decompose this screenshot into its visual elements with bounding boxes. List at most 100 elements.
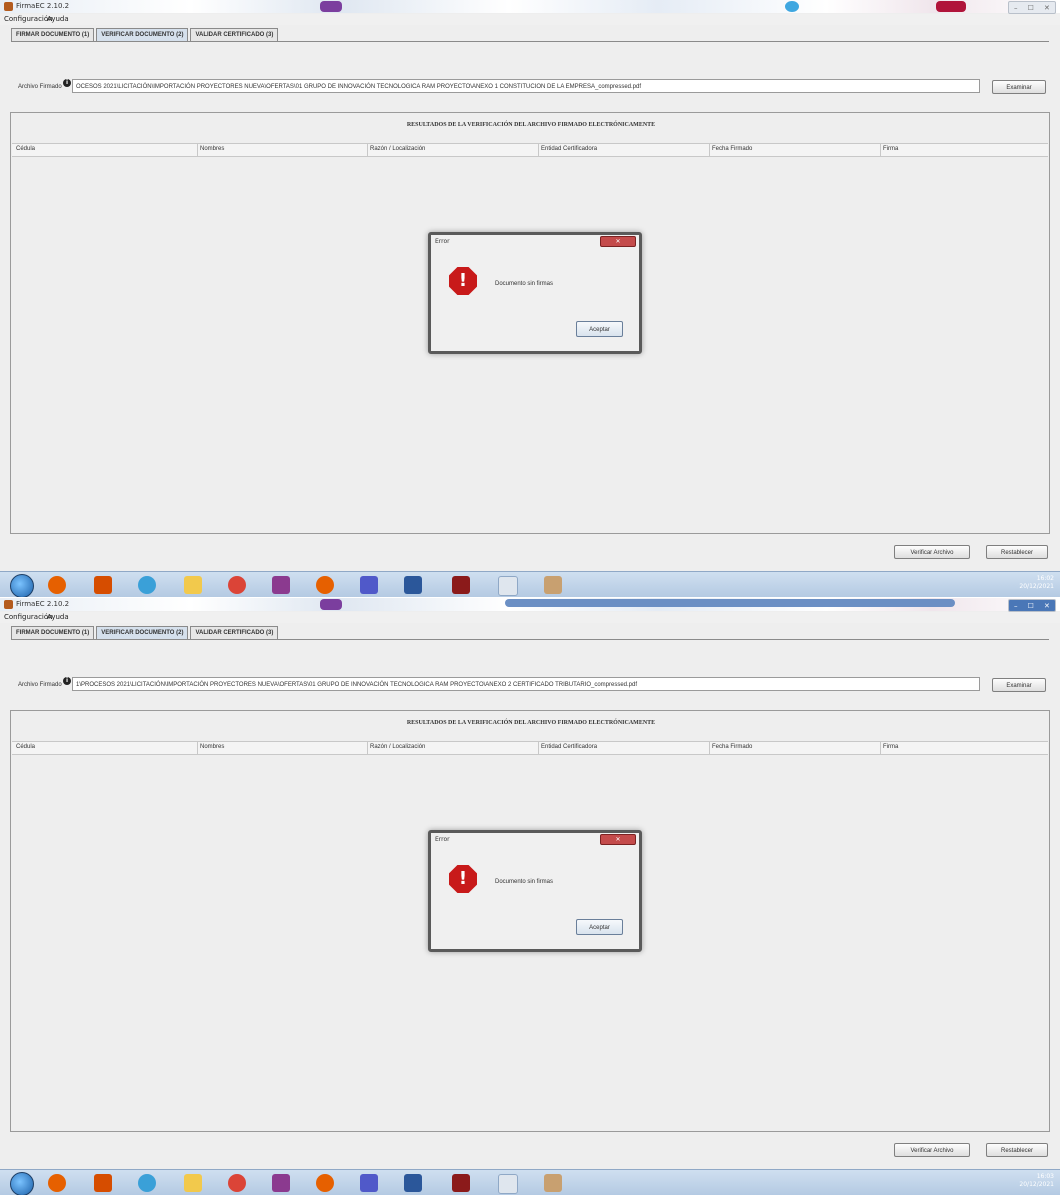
reset-button[interactable]: Restablecer [986, 1143, 1048, 1157]
column-divider [538, 144, 539, 156]
folder-icon[interactable] [184, 1174, 202, 1192]
minimize-button[interactable]: – [1014, 602, 1018, 610]
error-icon: ! [449, 267, 477, 295]
java-icon[interactable] [544, 576, 562, 594]
browser-icon[interactable] [138, 576, 156, 594]
app-g-icon[interactable] [272, 576, 290, 594]
tab-firmar-documento[interactable]: FIRMAR DOCUMENTO (1) [11, 28, 95, 42]
reset-button[interactable]: Restablecer [986, 545, 1048, 559]
minimize-button[interactable]: – [1014, 4, 1018, 12]
column-divider [367, 144, 368, 156]
app-g-icon[interactable] [272, 1174, 290, 1192]
background-app-thumbnail-icon [320, 1, 342, 12]
maximize-button[interactable]: ☐ [1028, 602, 1034, 610]
tab-firmar-documento[interactable]: FIRMAR DOCUMENTO (1) [11, 626, 95, 640]
tab-divider [11, 41, 1049, 42]
column-razon[interactable]: Razón / Localización [370, 744, 425, 750]
background-app-thumbnail-icon [320, 599, 342, 610]
tab-verificar-documento[interactable]: VERIFICAR DOCUMENTO (2) [96, 626, 189, 640]
menu-ayuda[interactable]: Ayuda [47, 613, 69, 621]
window-controls: – ☐ ✕ [1008, 599, 1056, 612]
java-icon[interactable] [544, 1174, 562, 1192]
tab-bar: FIRMAR DOCUMENTO (1) VERIFICAR DOCUMENTO… [11, 626, 280, 640]
tab-verificar-documento[interactable]: VERIFICAR DOCUMENTO (2) [96, 28, 189, 42]
teams-icon[interactable] [360, 576, 378, 594]
document-icon[interactable] [498, 1174, 518, 1194]
file-path-field[interactable]: 1\PROCESOS 2021\LICITACIÓN\IMPORTACIÓN P… [72, 677, 980, 691]
media-player-icon[interactable] [94, 1174, 112, 1192]
error-icon: ! [449, 865, 477, 893]
column-fecha[interactable]: Fecha Firmado [712, 146, 752, 152]
dialog-close-button[interactable]: ✕ [600, 236, 636, 247]
examine-button[interactable]: Examinar [992, 678, 1046, 692]
title-bar: FirmaEC 2.10.2 – ☐ ✕ [0, 598, 1060, 612]
teams-icon[interactable] [360, 1174, 378, 1192]
winrar-icon[interactable] [452, 576, 470, 594]
menu-bar: Configuración Ayuda [0, 612, 1060, 623]
dialog-title: Error [435, 836, 450, 843]
column-firma[interactable]: Firma [883, 146, 898, 152]
clock-date: 20/12/2021 [1019, 1181, 1054, 1188]
close-button[interactable]: ✕ [1044, 4, 1050, 12]
firmaec-window: FirmaEC 2.10.2 – ☐ ✕ Configuración Ayuda… [0, 598, 1060, 1195]
column-entidad[interactable]: Entidad Certificadora [541, 146, 597, 152]
firefox-icon[interactable] [316, 576, 334, 594]
taskbar-clock[interactable]: 16:03 20/12/2021 [1019, 1173, 1054, 1189]
close-button[interactable]: ✕ [1044, 602, 1050, 610]
results-title: RESULTADOS DE LA VERIFICACIÓN DEL ARCHIV… [406, 720, 656, 726]
column-cedula[interactable]: Cédula [16, 744, 35, 750]
column-nombres[interactable]: Nombres [200, 146, 224, 152]
file-label: Archivo Firmado [18, 682, 62, 688]
dialog-close-button[interactable]: ✕ [600, 834, 636, 845]
window-controls: – ☐ ✕ [1008, 1, 1056, 14]
winrar-icon[interactable] [452, 1174, 470, 1192]
media-player-icon[interactable] [94, 576, 112, 594]
taskbar: 16:02 20/12/2021 [0, 571, 1060, 597]
firmaec-app-icon [4, 2, 13, 11]
word-icon[interactable] [404, 1174, 422, 1192]
error-dialog: Error ✕ ! Documento sin firmas Aceptar [428, 232, 642, 354]
column-divider [880, 742, 881, 754]
column-divider [197, 144, 198, 156]
verify-file-button[interactable]: Verificar Archivo [894, 545, 970, 559]
tab-validar-certificado[interactable]: VALIDAR CERTIFICADO (3) [190, 28, 279, 42]
windows-start-icon[interactable] [10, 1172, 34, 1195]
firmaec-window: FirmaEC 2.10.2 – ☐ ✕ Configuración Ayuda… [0, 0, 1060, 597]
file-path-field[interactable]: OCESOS 2021\LICITACIÓN\IMPORTACIÓN PROYE… [72, 79, 980, 93]
examine-button[interactable]: Examinar [992, 80, 1046, 94]
column-cedula[interactable]: Cédula [16, 146, 35, 152]
title-bar: FirmaEC 2.10.2 – ☐ ✕ [0, 0, 1060, 14]
windows-start-icon[interactable] [10, 574, 34, 597]
dialog-message: Documento sin firmas [495, 281, 554, 287]
taskbar-clock[interactable]: 16:02 20/12/2021 [1019, 575, 1054, 591]
menu-configuracion[interactable]: Configuración [4, 613, 53, 621]
browser-icon[interactable] [138, 1174, 156, 1192]
firefox-icon[interactable] [316, 1174, 334, 1192]
firefox-icon[interactable] [48, 1174, 66, 1192]
chrome-icon[interactable] [228, 576, 246, 594]
tab-validar-certificado[interactable]: VALIDAR CERTIFICADO (3) [190, 626, 279, 640]
column-fecha[interactable]: Fecha Firmado [712, 744, 752, 750]
folder-icon[interactable] [184, 576, 202, 594]
column-razon[interactable]: Razón / Localización [370, 146, 425, 152]
chrome-icon[interactable] [228, 1174, 246, 1192]
firefox-icon[interactable] [48, 576, 66, 594]
maximize-button[interactable]: ☐ [1028, 4, 1034, 12]
verify-file-button[interactable]: Verificar Archivo [894, 1143, 970, 1157]
accept-button[interactable]: Aceptar [576, 919, 623, 935]
column-firma[interactable]: Firma [883, 744, 898, 750]
menu-configuracion[interactable]: Configuración [4, 15, 53, 23]
column-divider [538, 742, 539, 754]
window-title: FirmaEC 2.10.2 [16, 2, 70, 10]
word-icon[interactable] [404, 576, 422, 594]
column-divider [367, 742, 368, 754]
menu-ayuda[interactable]: Ayuda [47, 15, 69, 23]
column-divider [709, 742, 710, 754]
clock-time: 16:02 [1036, 575, 1054, 582]
document-icon[interactable] [498, 576, 518, 596]
column-nombres[interactable]: Nombres [200, 744, 224, 750]
column-entidad[interactable]: Entidad Certificadora [541, 744, 597, 750]
tab-bar: FIRMAR DOCUMENTO (1) VERIFICAR DOCUMENTO… [11, 28, 280, 42]
results-title: RESULTADOS DE LA VERIFICACIÓN DEL ARCHIV… [406, 122, 656, 128]
accept-button[interactable]: Aceptar [576, 321, 623, 337]
